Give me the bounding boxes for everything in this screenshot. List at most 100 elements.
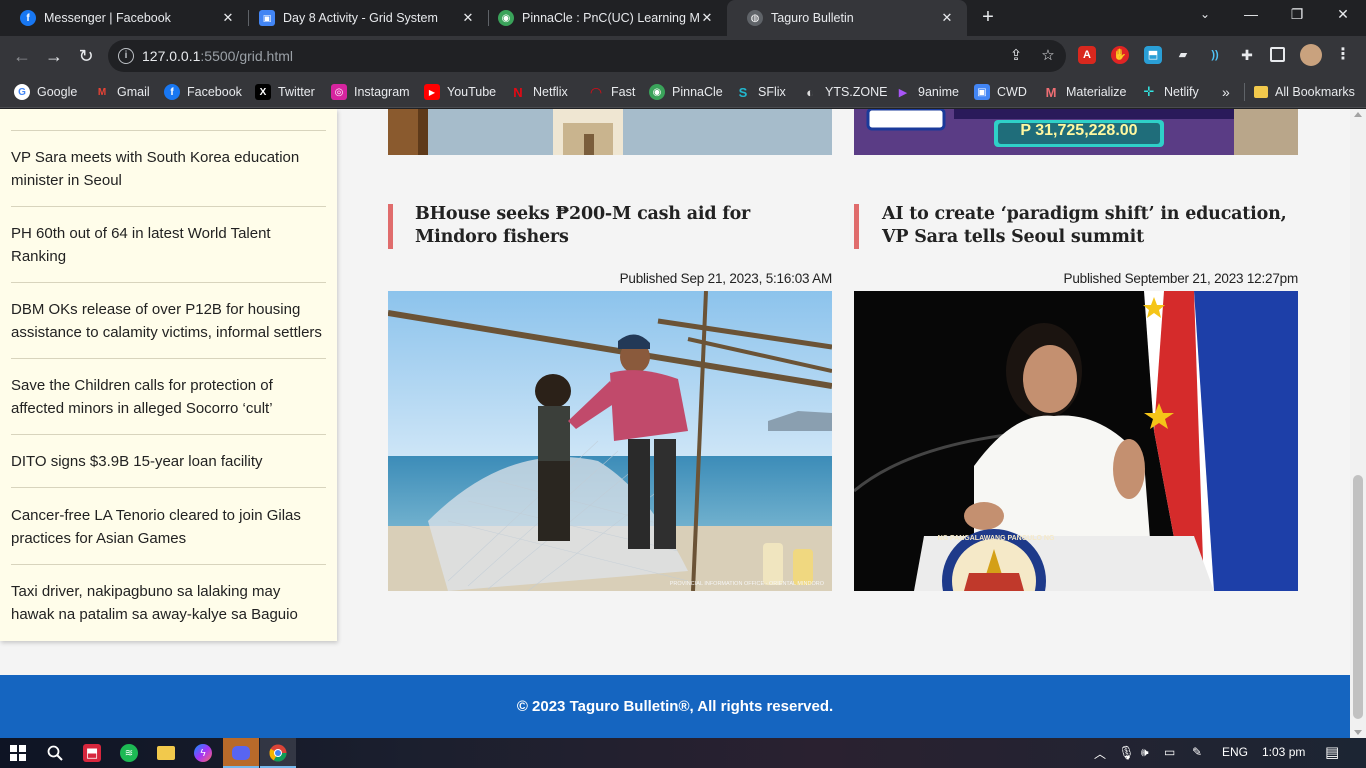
sidebar-divider: [11, 358, 326, 359]
extensions-puzzle-icon[interactable]: ✚: [1238, 46, 1256, 64]
sidebar-item-partial[interactable]: …: [11, 109, 327, 112]
sidebar-item[interactable]: DITO signs $3.9B 15-year loan facility: [11, 451, 327, 474]
back-button[interactable]: ←: [10, 44, 34, 68]
network-icon[interactable]: ▭: [1164, 745, 1175, 759]
bookmark-yts[interactable]: ◐ YTS.ZONE: [802, 82, 887, 102]
search-icon[interactable]: [45, 743, 65, 763]
close-tab-icon[interactable]: ✕: [220, 10, 236, 26]
bookmark-fast[interactable]: ◠ Fast: [588, 82, 636, 102]
info-icon[interactable]: i: [118, 48, 134, 64]
scroll-down-arrow-icon[interactable]: [1354, 730, 1362, 735]
pen-icon[interactable]: ✎: [1192, 745, 1202, 759]
bookmark-pinnacle[interactable]: ◉ PinnaCle: [649, 82, 723, 102]
article-image-fishers[interactable]: PROVINCIAL INFORMATION OFFICE - ORIENTAL…: [388, 291, 832, 591]
site-footer: © 2023 Taguro Bulletin®, All rights rese…: [0, 675, 1350, 738]
adblock-extension-icon[interactable]: ✋: [1111, 46, 1129, 64]
close-window-button[interactable]: ✕: [1320, 0, 1366, 30]
profile-avatar[interactable]: [1300, 44, 1322, 66]
play-icon: ▶: [898, 86, 908, 99]
new-tab-button[interactable]: +: [977, 6, 999, 28]
published-date: Published Sep 21, 2023, 5:16:03 AM: [619, 271, 833, 286]
bookmark-youtube[interactable]: ▶ YouTube: [424, 82, 496, 102]
sidebar-item[interactable]: Taxi driver, nakipagbuno sa lalaking may…: [11, 581, 327, 626]
sidebar-divider: [11, 282, 326, 283]
sidebar-item[interactable]: PH 60th out of 64 in latest World Talent…: [11, 223, 327, 268]
bookmark-netlify[interactable]: ✛ Netlify: [1141, 82, 1199, 102]
folder-icon: [1254, 86, 1268, 98]
discord-icon: [232, 746, 250, 760]
yts-icon: ◐: [806, 84, 814, 100]
windows-start-icon[interactable]: [8, 743, 28, 763]
messenger-icon[interactable]: ϟ: [194, 744, 212, 762]
tab-pinnacle[interactable]: ◉ PinnaCle : PnC(UC) Learning Ma ✕: [478, 0, 727, 36]
pdf-extension-icon[interactable]: A: [1078, 46, 1096, 64]
file-explorer-icon[interactable]: [157, 746, 175, 760]
sidebar-item[interactable]: Cancer-free LA Tenorio cleared to join G…: [11, 505, 327, 550]
fast-speedometer-icon: ◠: [590, 83, 602, 100]
tab-title: Day 8 Activity - Grid System: [283, 11, 438, 25]
article-headline[interactable]: BHouse seeks ₱200-M cash aid for Mindoro…: [415, 203, 825, 248]
globe-icon: ◍: [747, 10, 763, 26]
show-hidden-icons-chevron-icon[interactable]: ︿: [1094, 745, 1106, 762]
page-viewport: P 31,725,228.00 … VP Sara meets with Sou…: [0, 109, 1350, 738]
share-icon[interactable]: ⇪: [1008, 48, 1024, 64]
bookmark-gmail[interactable]: M Gmail: [94, 82, 150, 102]
side-panel-icon[interactable]: [1270, 47, 1285, 62]
discord-taskbar-button[interactable]: [223, 738, 259, 768]
bookmark-9anime[interactable]: ▶ 9anime: [895, 82, 959, 102]
youtube-icon: ▶: [424, 84, 440, 100]
all-bookmarks-button[interactable]: All Bookmarks: [1254, 82, 1355, 102]
close-tab-icon[interactable]: ✕: [460, 10, 476, 26]
bookmark-sflix[interactable]: S SFlix: [735, 82, 786, 102]
tab-search-button[interactable]: ⌄: [1182, 0, 1228, 30]
tab-taguro-bulletin[interactable]: ◍ Taguro Bulletin ✕: [727, 0, 967, 36]
sidebar-item[interactable]: Save the Children calls for protection o…: [11, 375, 327, 420]
close-tab-icon[interactable]: ✕: [939, 10, 955, 26]
reload-button[interactable]: ↻: [74, 44, 98, 68]
bookmark-materialize[interactable]: M Materialize: [1043, 82, 1127, 102]
sidebar-item[interactable]: VP Sara meets with South Korea education…: [11, 147, 327, 192]
notifications-icon[interactable]: ▤: [1325, 743, 1339, 761]
scrollbar-thumb[interactable]: [1353, 475, 1363, 719]
gmail-icon: M: [97, 86, 107, 98]
materialize-icon: M: [1045, 84, 1057, 100]
restore-button[interactable]: ❐: [1274, 0, 1320, 30]
browser-toolbar: ← → ↻ i 127.0.0.1:5500/grid.html ⇪ ☆ A ✋…: [0, 36, 1366, 76]
article-image-previous-right[interactable]: P 31,725,228.00: [854, 109, 1298, 155]
microphone-icon[interactable]: 🎙︎: [1118, 745, 1135, 761]
clock[interactable]: 1:03 pm: [1262, 745, 1305, 759]
bookmark-instagram[interactable]: ◎ Instagram: [331, 82, 410, 102]
chrome-taskbar-button[interactable]: [260, 738, 296, 768]
forward-button[interactable]: →: [42, 44, 66, 68]
language-indicator[interactable]: ENG: [1222, 745, 1248, 759]
tab-grid-system[interactable]: ▣ Day 8 Activity - Grid System ✕: [239, 0, 488, 36]
minimize-button[interactable]: —: [1228, 0, 1274, 30]
shoe-extension-icon[interactable]: ▰: [1174, 46, 1192, 64]
bookmark-star-icon[interactable]: ☆: [1040, 48, 1056, 64]
bookmark-netflix[interactable]: N Netflix: [510, 82, 567, 102]
audio-extension-icon[interactable]: )): [1206, 46, 1224, 64]
tab-messenger[interactable]: f Messenger | Facebook ✕: [0, 0, 248, 36]
article-headline[interactable]: AI to create ‘paradigm shift’ in educati…: [882, 203, 1287, 248]
bookmarks-overflow-button[interactable]: »: [1222, 82, 1230, 102]
bookmark-cwd[interactable]: ▣ CWD: [974, 82, 1027, 102]
bookmark-google[interactable]: G Google: [14, 82, 77, 102]
volume-icon[interactable]: 🕪︎: [1141, 745, 1149, 760]
bookmark-twitter[interactable]: X Twitter: [255, 82, 315, 102]
spotify-icon[interactable]: ≋: [120, 744, 138, 762]
close-tab-icon[interactable]: ✕: [699, 10, 715, 26]
app-red-icon[interactable]: ⬒: [83, 744, 101, 762]
sidebar-item[interactable]: DBM OKs release of over P12B for housing…: [11, 299, 327, 344]
netlify-icon: ✛: [1143, 84, 1155, 99]
article-image-previous-left[interactable]: [388, 109, 832, 155]
facebook-icon: f: [20, 10, 36, 26]
google-icon: G: [14, 84, 30, 100]
article-image-vp-sara[interactable]: NG PANGALAWANG PANGULO NG P: [854, 291, 1298, 591]
address-bar[interactable]: i 127.0.0.1:5500/grid.html ⇪ ☆: [108, 40, 1066, 72]
menu-kebab-icon[interactable]: ⋮: [1334, 46, 1352, 64]
screenshot-extension-icon[interactable]: ⬒: [1144, 46, 1162, 64]
tab-title: Messenger | Facebook: [44, 11, 171, 25]
page-scrollbar[interactable]: [1350, 109, 1366, 738]
bookmark-facebook[interactable]: f Facebook: [164, 82, 242, 102]
scroll-up-arrow-icon[interactable]: [1354, 112, 1362, 117]
